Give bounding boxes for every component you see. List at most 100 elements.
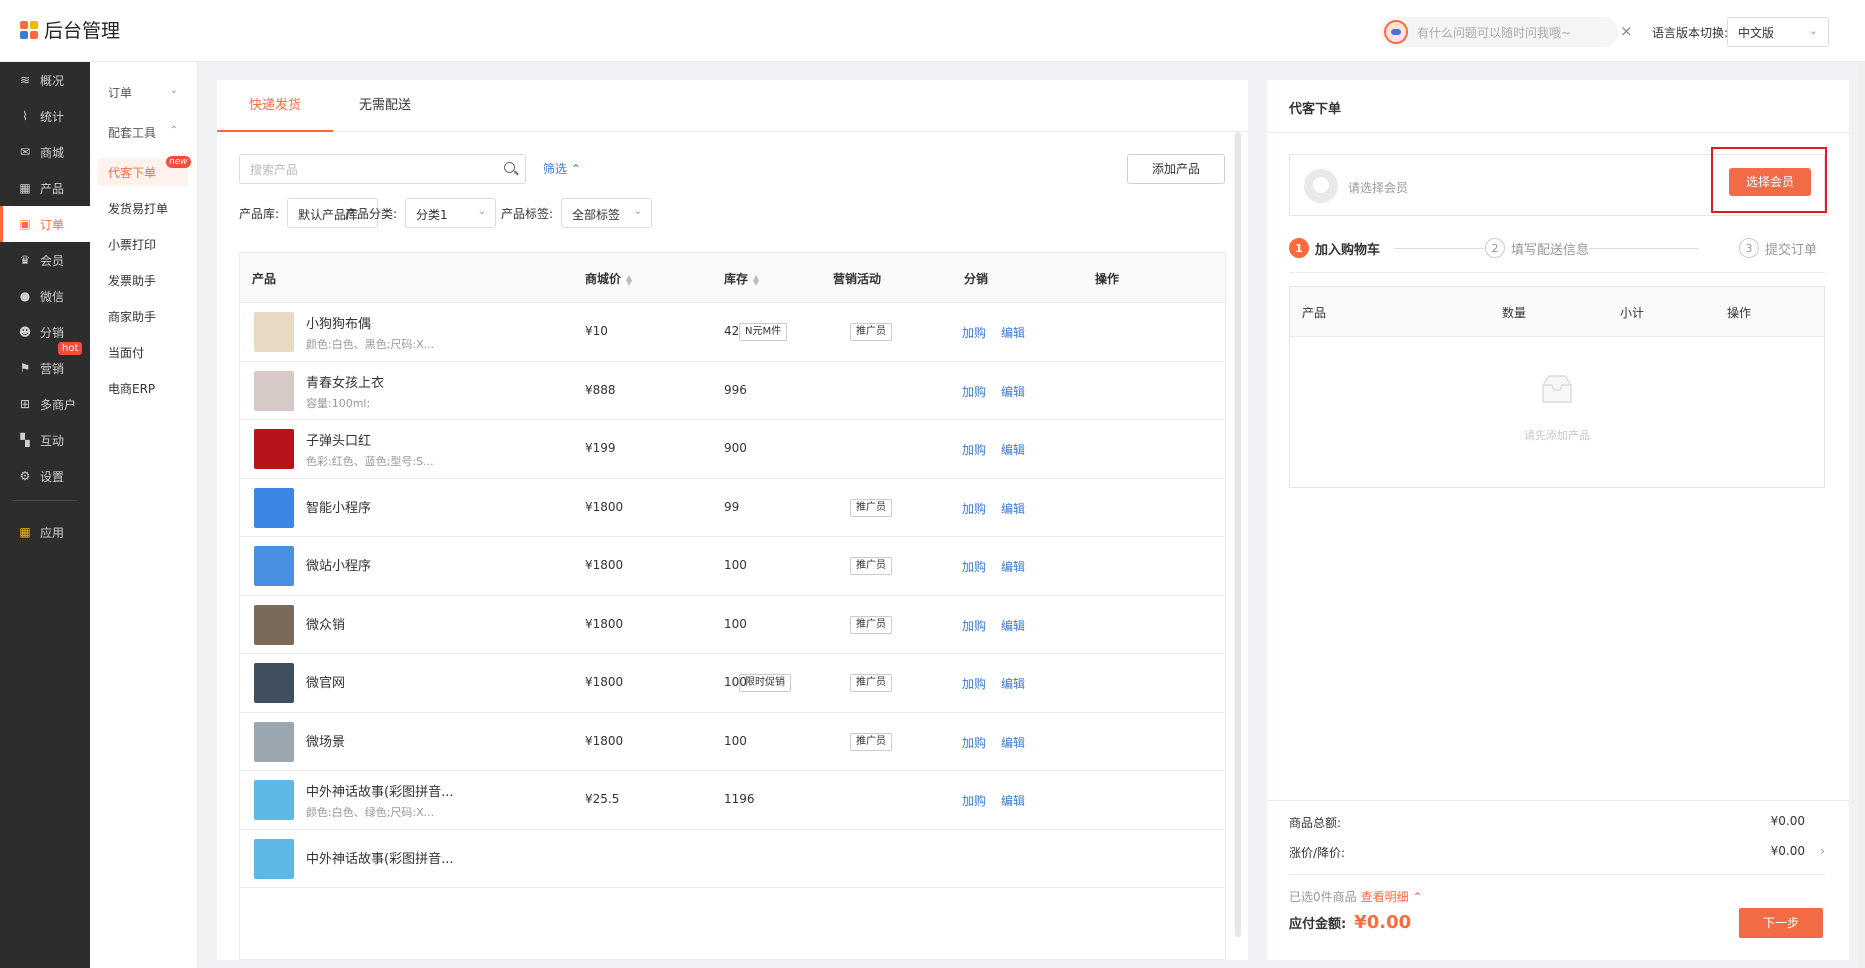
- avatar: [1304, 169, 1338, 203]
- tab-express[interactable]: 快递发货: [217, 80, 334, 132]
- subnav-item-face-pay[interactable]: 当面付: [98, 338, 188, 366]
- subnav-item-merchant-helper[interactable]: 商家助手: [98, 302, 188, 330]
- product-spec: 色彩:红色、蓝色;型号:S...: [306, 455, 434, 468]
- edit-link[interactable]: 编辑: [1001, 675, 1025, 692]
- product-thumbnail: [254, 780, 294, 820]
- view-detail-link[interactable]: 查看明细 ⌃: [1361, 890, 1423, 904]
- sidebar-item-stats[interactable]: ⌇ 统计: [0, 98, 90, 134]
- product-name: 微官网: [306, 676, 346, 691]
- col-ops: 操作: [1095, 272, 1120, 286]
- add-to-cart-link[interactable]: 加购: [962, 558, 986, 575]
- add-to-cart-link[interactable]: 加购: [962, 324, 986, 341]
- add-to-cart-link[interactable]: 加购: [962, 792, 986, 809]
- add-product-button[interactable]: 添加产品: [1127, 154, 1225, 184]
- table-row: 子弹头口红 色彩:红色、蓝色;型号:S... ¥199 900 加购 编辑: [240, 420, 1225, 479]
- next-step-button[interactable]: 下一步: [1739, 908, 1823, 938]
- edit-link[interactable]: 编辑: [1001, 617, 1025, 634]
- subnav-item-invoice[interactable]: 发票助手: [98, 266, 188, 294]
- sidebar-item-multi-merchant[interactable]: ⊞ 多商户: [0, 386, 90, 422]
- edit-link[interactable]: 编辑: [1001, 792, 1025, 809]
- sort-icon[interactable]: ▲ ▼: [626, 273, 632, 286]
- subnav-item-proxy-order[interactable]: 代客下单 new: [98, 156, 191, 186]
- price-adjust-row[interactable]: 涨价/降价: ¥0.00 ›: [1289, 844, 1825, 861]
- scrollbar[interactable]: [1235, 132, 1241, 937]
- sidebar-item-members[interactable]: ♛ 会员: [0, 242, 90, 278]
- sidebar-item-interact[interactable]: ▚ 互动: [0, 422, 90, 458]
- sidebar-item-marketing[interactable]: ⚑ 营销 hot: [0, 342, 90, 386]
- cart-col-qty: 数量: [1502, 306, 1527, 320]
- add-to-cart-link[interactable]: 加购: [962, 500, 986, 517]
- add-to-cart-link[interactable]: 加购: [962, 734, 986, 751]
- chevron-right-icon[interactable]: ›: [1820, 844, 1825, 858]
- add-to-cart-link[interactable]: 加购: [962, 383, 986, 400]
- distribution-tag: 推广员: [850, 557, 892, 575]
- app-logo[interactable]: 后台管理: [20, 16, 120, 43]
- close-icon[interactable]: ×: [1620, 22, 1633, 40]
- add-to-cart-link[interactable]: 加购: [962, 675, 986, 692]
- step-number: 1: [1289, 238, 1309, 258]
- table-row: 微官网 ¥1800 100 限时促销 推广员 加购 编辑: [240, 654, 1225, 713]
- step-number: 3: [1739, 238, 1759, 258]
- hot-badge: hot: [58, 342, 83, 355]
- sidebar-item-label: 微信: [40, 289, 65, 304]
- tag-select[interactable]: 全部标签 ⌄: [561, 198, 653, 228]
- grid-icon: ▦: [19, 181, 31, 195]
- cart-col-subtotal: 小计: [1620, 306, 1645, 320]
- col-price[interactable]: 商城价 ▲ ▼: [585, 270, 632, 287]
- subnav-item-receipt-print[interactable]: 小票打印: [98, 230, 188, 258]
- sidebar-item-orders[interactable]: ▣ 订单: [0, 206, 90, 242]
- search-icon[interactable]: [504, 162, 515, 173]
- distribution-tag: 推广员: [850, 498, 892, 517]
- col-price-label: 商城价: [585, 272, 622, 286]
- order-steps: 1 加入购物车 2 填写配送信息 3 提交订单: [1289, 238, 1825, 268]
- sidebar-item-label: 分销: [40, 325, 65, 340]
- language-select[interactable]: 中文版 ⌄: [1727, 17, 1829, 47]
- edit-link[interactable]: 编辑: [1001, 324, 1025, 341]
- filter-toggle[interactable]: 筛选 ⌃: [527, 160, 581, 177]
- sidebar-item-mall[interactable]: ✉ 商城: [0, 134, 90, 170]
- product-stock: 42: [724, 324, 740, 338]
- add-to-cart-link[interactable]: 加购: [962, 441, 986, 458]
- product-stock: 100: [724, 616, 747, 631]
- sidebar-item-overview[interactable]: ≋ 概况: [0, 62, 90, 98]
- edit-link[interactable]: 编辑: [1001, 383, 1025, 400]
- new-badge: new: [166, 156, 191, 168]
- subnav-group-tools[interactable]: 配套工具 ⌃: [98, 118, 188, 146]
- table-row: 微众销 ¥1800 100 推广员 加购 编辑: [240, 596, 1225, 654]
- edit-link[interactable]: 编辑: [1001, 734, 1025, 751]
- category-label: 产品分类:: [345, 206, 398, 221]
- sidebar-item-wechat[interactable]: ● 微信: [0, 278, 90, 314]
- primary-sidebar: ≋ 概况 ⌇ 统计 ✉ 商城 ▦ 产品 ▣ 订单 ♛ 会员 ● 微信 ☻ 分销 ⚑ 营销 hot ⊞…: [0, 62, 90, 968]
- subnav-item-erp[interactable]: 电商ERP: [98, 374, 188, 402]
- step-submit: 3 提交订单: [1739, 238, 1817, 258]
- col-stock[interactable]: 库存 ▲ ▼: [724, 270, 759, 287]
- edit-link[interactable]: 编辑: [1001, 500, 1025, 517]
- logo-icon: [20, 20, 38, 39]
- chevron-up-icon: ⌃: [1412, 890, 1423, 904]
- search-input[interactable]: 搜索产品: [239, 154, 526, 184]
- page-scrollbar[interactable]: [1858, 62, 1865, 968]
- select-member-button[interactable]: 选择会员: [1729, 168, 1811, 196]
- table-row: 微场景 ¥1800 100 推广员 加购 编辑: [240, 713, 1225, 771]
- edit-link[interactable]: 编辑: [1001, 441, 1025, 458]
- distribution-tag: 推广员: [850, 674, 892, 692]
- sidebar-item-settings[interactable]: ⚙ 设置: [0, 458, 90, 494]
- interact-icon: ▚: [20, 433, 30, 447]
- sidebar-item-apps[interactable]: ▦ 应用: [0, 514, 90, 550]
- sidebar-item-label: 互动: [40, 433, 65, 448]
- category-select[interactable]: 分类1 ⌄: [405, 198, 497, 228]
- assistant-search[interactable]: 有什么问题可以随时问我哦~: [1380, 17, 1618, 47]
- edit-link[interactable]: 编辑: [1001, 558, 1025, 575]
- distribution-tag: 推广员: [850, 732, 892, 751]
- sort-icon[interactable]: ▲ ▼: [753, 273, 759, 286]
- subnav-item-shipping-print[interactable]: 发货易打单: [98, 194, 188, 222]
- subnav-group-orders[interactable]: 订单 ⌄: [98, 78, 188, 106]
- sidebar-item-label: 订单: [40, 217, 65, 232]
- tab-no-delivery[interactable]: 无需配送: [327, 80, 443, 132]
- sidebar-item-label: 概况: [40, 73, 65, 88]
- subnav-group-label: 配套工具: [108, 125, 157, 140]
- add-to-cart-link[interactable]: 加购: [962, 617, 986, 634]
- sidebar-item-products[interactable]: ▦ 产品: [0, 170, 90, 206]
- sidebar-item-label: 商城: [40, 145, 65, 160]
- col-distribution: 分销: [964, 272, 989, 286]
